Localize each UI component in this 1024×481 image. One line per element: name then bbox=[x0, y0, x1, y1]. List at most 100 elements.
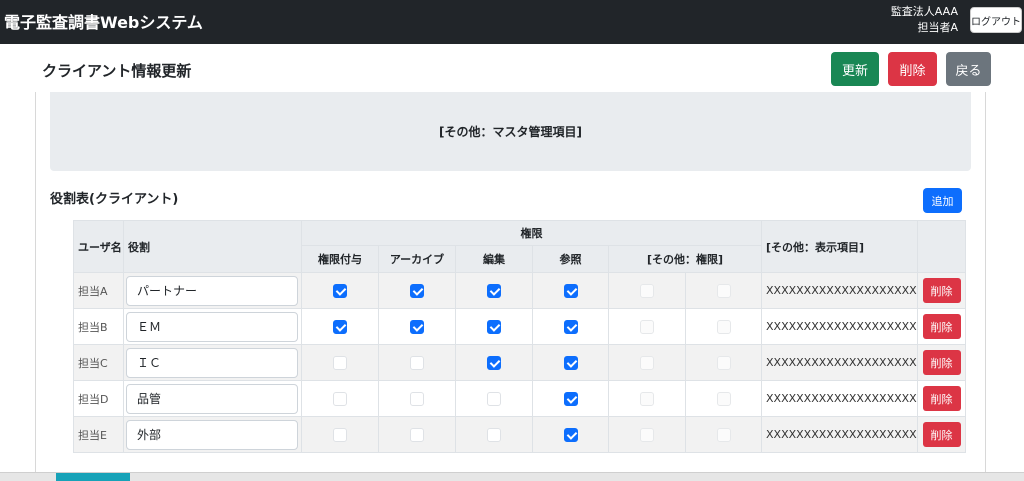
row-user-name: 担当D bbox=[73, 380, 124, 417]
col-header-other-permissions: [その他：権限] bbox=[608, 245, 762, 273]
update-button[interactable]: 更新 bbox=[831, 52, 879, 86]
checkbox-cell bbox=[378, 308, 456, 345]
row-role-cell bbox=[123, 344, 302, 381]
table-row: 担当A XXXXXXXXXXXXXXXXXXXX削除 bbox=[73, 272, 966, 309]
row-role-cell bbox=[123, 380, 302, 417]
user-name: 担当者A bbox=[917, 21, 958, 34]
row-display-item: XXXXXXXXXXXXXXXXXXXX bbox=[761, 380, 918, 417]
table-row: 担当D XXXXXXXXXXXXXXXXXXXX削除 bbox=[73, 380, 966, 417]
checkbox-cell bbox=[608, 380, 686, 417]
row-role-cell bbox=[123, 272, 302, 309]
archive-checkbox[interactable] bbox=[410, 427, 424, 442]
checkbox-cell bbox=[685, 380, 762, 417]
row-delete-cell: 削除 bbox=[917, 344, 966, 381]
top-navbar: 電子監査調書Webシステム 監査法人AAA 担当者A ログアウト bbox=[0, 0, 1024, 44]
row-delete-cell: 削除 bbox=[917, 272, 966, 309]
checkbox-cell bbox=[378, 344, 456, 381]
edit-checkbox[interactable] bbox=[487, 319, 501, 334]
archive-checkbox[interactable] bbox=[410, 391, 424, 406]
row-display-item: XXXXXXXXXXXXXXXXXXXX bbox=[761, 344, 918, 381]
roles-section-title: 役割表(クライアント) bbox=[50, 192, 179, 207]
col-header-permissions-group: 権限 bbox=[301, 220, 762, 246]
table-row: 担当B XXXXXXXXXXXXXXXXXXXX削除 bbox=[73, 308, 966, 345]
other-permission-checkbox-1[interactable] bbox=[640, 391, 654, 406]
checkbox-cell bbox=[455, 344, 533, 381]
checkbox-cell bbox=[301, 308, 379, 345]
checkbox-cell bbox=[378, 380, 456, 417]
roles-table-body: 担当AXXXXXXXXXXXXXXXXXXXX削除担当BXXXXXXXXXXXX… bbox=[73, 272, 966, 453]
role-input[interactable] bbox=[126, 383, 298, 414]
checkbox-cell bbox=[301, 416, 379, 453]
archive-checkbox[interactable] bbox=[410, 319, 424, 334]
other-permission-checkbox-1[interactable] bbox=[640, 283, 654, 298]
row-delete-cell: 削除 bbox=[917, 380, 966, 417]
table-row: 担当E XXXXXXXXXXXXXXXXXXXX削除 bbox=[73, 416, 966, 453]
logout-button[interactable]: ログアウト bbox=[970, 7, 1022, 33]
back-button[interactable]: 戻る bbox=[946, 52, 991, 86]
checkbox-cell bbox=[532, 416, 609, 453]
other-permission-checkbox-1[interactable] bbox=[640, 427, 654, 442]
row-delete-button[interactable]: 削除 bbox=[922, 350, 961, 375]
col-header-grant: 権限付与 bbox=[301, 245, 379, 273]
edit-checkbox[interactable] bbox=[487, 427, 501, 442]
role-input[interactable] bbox=[126, 275, 298, 306]
checkbox-cell bbox=[608, 272, 686, 309]
view-checkbox[interactable] bbox=[563, 283, 578, 298]
row-display-item: XXXXXXXXXXXXXXXXXXXX bbox=[761, 272, 918, 309]
grant-checkbox[interactable] bbox=[333, 319, 347, 334]
page-title: クライアント情報更新 bbox=[42, 62, 192, 80]
grant-checkbox[interactable] bbox=[333, 283, 347, 298]
checkbox-cell bbox=[455, 416, 533, 453]
edit-checkbox[interactable] bbox=[487, 283, 501, 298]
delete-button[interactable]: 削除 bbox=[888, 52, 937, 86]
add-row-button[interactable]: 追加 bbox=[923, 188, 962, 213]
org-name: 監査法人AAA bbox=[890, 5, 958, 18]
checkbox-cell bbox=[532, 344, 609, 381]
row-role-cell bbox=[123, 308, 302, 345]
row-delete-cell: 削除 bbox=[917, 308, 966, 345]
row-user-name: 担当A bbox=[73, 272, 124, 309]
role-input[interactable] bbox=[126, 347, 298, 378]
background-teal-block bbox=[56, 473, 130, 481]
checkbox-cell bbox=[301, 344, 379, 381]
view-checkbox[interactable] bbox=[563, 355, 578, 370]
edit-checkbox[interactable] bbox=[487, 355, 501, 370]
checkbox-cell bbox=[301, 272, 379, 309]
checkbox-cell bbox=[455, 308, 533, 345]
role-input[interactable] bbox=[126, 419, 298, 450]
app-title: 電子監査調書Webシステム bbox=[4, 13, 203, 32]
other-permission-checkbox-2[interactable] bbox=[716, 283, 731, 298]
row-role-cell bbox=[123, 416, 302, 453]
row-delete-button[interactable]: 削除 bbox=[922, 278, 961, 303]
archive-checkbox[interactable] bbox=[410, 283, 424, 298]
row-display-item: XXXXXXXXXXXXXXXXXXXX bbox=[761, 308, 918, 345]
other-permission-checkbox-2[interactable] bbox=[716, 319, 731, 334]
row-user-name: 担当E bbox=[73, 416, 124, 453]
view-checkbox[interactable] bbox=[563, 319, 578, 334]
row-delete-button[interactable]: 削除 bbox=[922, 422, 961, 447]
edit-checkbox[interactable] bbox=[487, 391, 501, 406]
row-delete-button[interactable]: 削除 bbox=[922, 314, 961, 339]
role-input[interactable] bbox=[126, 311, 298, 342]
col-header-edit: 編集 bbox=[455, 245, 533, 273]
other-permission-checkbox-1[interactable] bbox=[640, 319, 654, 334]
grant-checkbox[interactable] bbox=[333, 355, 347, 370]
col-header-role: 役割 bbox=[123, 220, 302, 273]
other-permission-checkbox-2[interactable] bbox=[716, 391, 731, 406]
other-permission-checkbox-2[interactable] bbox=[716, 355, 731, 370]
col-header-view: 参照 bbox=[532, 245, 609, 273]
master-items-box: [その他：マスタ管理項目] bbox=[50, 92, 971, 171]
checkbox-cell bbox=[378, 272, 456, 309]
checkbox-cell bbox=[608, 344, 686, 381]
checkbox-cell bbox=[455, 272, 533, 309]
view-checkbox[interactable] bbox=[563, 391, 578, 406]
archive-checkbox[interactable] bbox=[410, 355, 424, 370]
checkbox-cell bbox=[301, 380, 379, 417]
roles-table: ユーザ名 役割 権限 [その他：表示項目] 権限付与 アーカイブ 編集 参照 [… bbox=[73, 220, 966, 453]
grant-checkbox[interactable] bbox=[333, 427, 347, 442]
grant-checkbox[interactable] bbox=[333, 391, 347, 406]
row-delete-button[interactable]: 削除 bbox=[922, 386, 961, 411]
view-checkbox[interactable] bbox=[563, 427, 578, 442]
other-permission-checkbox-2[interactable] bbox=[716, 427, 731, 442]
other-permission-checkbox-1[interactable] bbox=[640, 355, 654, 370]
